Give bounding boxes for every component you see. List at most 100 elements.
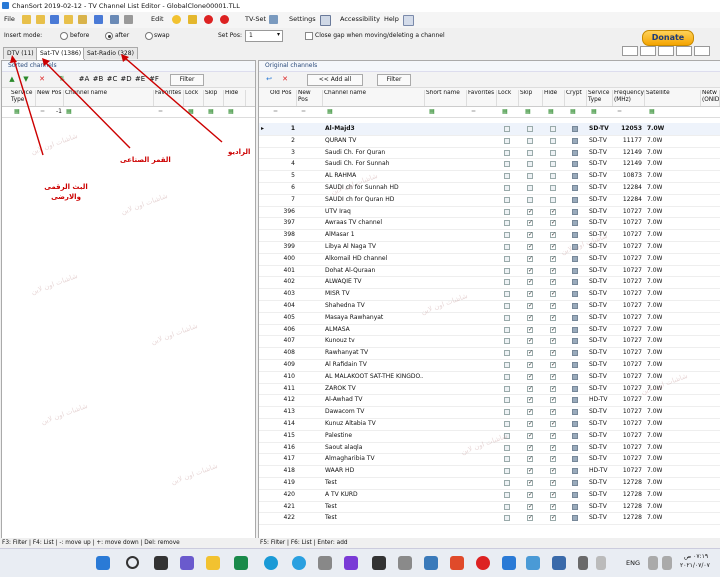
add-all-button[interactable]: << Add all bbox=[307, 74, 363, 86]
tvset-icon[interactable] bbox=[269, 15, 278, 24]
sort-icon[interactable]: ⇅ bbox=[58, 75, 66, 83]
lock-checkbox bbox=[504, 185, 510, 191]
sorted-filter-row[interactable]: ▦ = -1 ▦ = ▦ ▦ ▦ bbox=[2, 107, 255, 118]
col-short-name[interactable]: Short name bbox=[425, 90, 467, 106]
fav-e-button[interactable]: #E bbox=[134, 75, 146, 83]
fav-b-button[interactable]: #B bbox=[92, 75, 104, 83]
after-radio[interactable] bbox=[105, 32, 113, 40]
telegram-icon[interactable] bbox=[292, 556, 306, 570]
app-icon[interactable] bbox=[502, 556, 516, 570]
menu-tvset[interactable]: TV-Set bbox=[245, 15, 266, 23]
swap-radio[interactable] bbox=[145, 32, 153, 40]
language-indicator[interactable]: ENG bbox=[626, 559, 640, 567]
monitor-icon[interactable] bbox=[320, 15, 331, 26]
add-icon[interactable]: ↩ bbox=[265, 75, 273, 83]
col-frequency[interactable]: Frequency (MHz) bbox=[613, 90, 645, 106]
before-radio[interactable] bbox=[60, 32, 68, 40]
app-icon[interactable] bbox=[344, 556, 358, 570]
fav-f-button[interactable]: #F bbox=[148, 75, 160, 83]
app-icon[interactable] bbox=[596, 556, 606, 570]
import-icon[interactable] bbox=[64, 15, 73, 24]
menu-settings[interactable]: Settings bbox=[289, 15, 316, 23]
channel-name: Test bbox=[325, 502, 337, 510]
close-gap-checkbox[interactable] bbox=[305, 32, 313, 40]
col-lock[interactable]: Lock bbox=[497, 90, 519, 106]
col-favorites[interactable]: Favorites bbox=[467, 90, 497, 106]
app-icon[interactable] bbox=[372, 556, 386, 570]
export-icon[interactable] bbox=[78, 15, 87, 24]
move-down-icon[interactable]: ▼ bbox=[22, 75, 30, 83]
tab-dtv[interactable]: DTV (11) bbox=[3, 47, 38, 59]
delete-icon[interactable]: ✕ bbox=[281, 75, 289, 83]
widgets-icon[interactable] bbox=[180, 556, 194, 570]
set-pos-combo[interactable]: 1 ▾ bbox=[245, 30, 283, 42]
tab-sat-tv[interactable]: Sat-TV (1386) bbox=[36, 47, 86, 60]
app-icon[interactable] bbox=[552, 556, 566, 570]
start-icon[interactable] bbox=[96, 556, 110, 570]
donate-button[interactable]: Donate bbox=[642, 30, 694, 46]
move-up-icon[interactable]: ▲ bbox=[8, 75, 16, 83]
edge-icon[interactable] bbox=[264, 556, 278, 570]
menu-help[interactable]: Help bbox=[384, 15, 399, 23]
chevron-up-icon[interactable] bbox=[578, 556, 588, 570]
save-icon[interactable] bbox=[50, 15, 59, 24]
col-new-pos[interactable]: New Pos bbox=[297, 90, 323, 106]
old-pos: 417 bbox=[283, 455, 295, 463]
save-as-icon[interactable] bbox=[94, 15, 103, 24]
fav-a-button[interactable]: #A bbox=[78, 75, 90, 83]
col-skip[interactable]: Skip bbox=[519, 90, 543, 106]
original-filter-button[interactable]: Filter bbox=[377, 74, 411, 86]
network-icon[interactable] bbox=[648, 556, 658, 570]
col-old-pos[interactable]: Old Pos bbox=[269, 90, 297, 106]
col-favorites[interactable]: Favorites bbox=[154, 90, 184, 106]
col-channel-name[interactable]: Channel name bbox=[64, 90, 154, 106]
col-hide[interactable]: Hide bbox=[543, 90, 565, 106]
col-skip[interactable]: Skip bbox=[204, 90, 224, 106]
print-icon[interactable] bbox=[110, 15, 119, 24]
col-network[interactable]: Netw (ONID) bbox=[701, 90, 720, 106]
file-explorer-icon[interactable] bbox=[206, 556, 220, 570]
open-folder-icon[interactable] bbox=[22, 15, 31, 24]
open-recent-icon[interactable] bbox=[36, 15, 45, 24]
reference-list-icon[interactable] bbox=[124, 15, 133, 24]
frequency: 12728 bbox=[622, 479, 642, 486]
col-service-type[interactable]: Service Type bbox=[10, 90, 36, 106]
sorted-filter-button[interactable]: Filter bbox=[170, 74, 204, 86]
clock-time[interactable]: ٠٧:١٩ ص bbox=[684, 553, 708, 560]
table-row[interactable]: 422 Test SD-TV 12728 7.0W bbox=[259, 512, 720, 526]
about-icon[interactable] bbox=[403, 15, 414, 26]
task-view-icon[interactable] bbox=[154, 556, 168, 570]
volume-icon[interactable] bbox=[662, 556, 672, 570]
col-lock[interactable]: Lock bbox=[184, 90, 204, 106]
col-hide[interactable]: Hide bbox=[224, 90, 246, 106]
col-satellite[interactable]: Satellite bbox=[645, 90, 701, 106]
favorite-star-icon[interactable] bbox=[172, 15, 181, 24]
app-icon[interactable] bbox=[450, 556, 464, 570]
app-icon[interactable] bbox=[476, 556, 490, 570]
search-icon[interactable] bbox=[126, 556, 139, 569]
filter-icon: ▦ bbox=[570, 108, 576, 115]
col-service-type[interactable]: Service Type bbox=[587, 90, 613, 106]
menu-edit[interactable]: Edit bbox=[151, 15, 164, 23]
menu-file[interactable]: File bbox=[4, 15, 15, 23]
fav-d-button[interactable]: #D bbox=[120, 75, 132, 83]
lock-icon[interactable] bbox=[188, 15, 197, 24]
skip-icon[interactable] bbox=[220, 15, 229, 24]
col-channel-name[interactable]: Channel name bbox=[323, 90, 425, 106]
col-crypt[interactable]: Crypt bbox=[565, 90, 587, 106]
old-pos: 408 bbox=[283, 349, 295, 357]
clock-date[interactable]: ٢٠٢١/٠٧/٠٧ bbox=[680, 562, 710, 569]
app-icon[interactable] bbox=[526, 556, 540, 570]
app-icon[interactable] bbox=[398, 556, 412, 570]
col-new-pos[interactable]: New Pos bbox=[36, 90, 64, 106]
hide-icon[interactable] bbox=[204, 15, 213, 24]
crypt-icon bbox=[572, 480, 578, 486]
app-icon[interactable] bbox=[424, 556, 438, 570]
menu-accessibility[interactable]: Accessibility bbox=[340, 15, 380, 23]
fav-c-button[interactable]: #C bbox=[106, 75, 118, 83]
remove-icon[interactable]: ✕ bbox=[38, 75, 46, 83]
tab-sat-radio[interactable]: Sat-Radio (328) bbox=[83, 47, 138, 59]
spreadsheet-icon[interactable] bbox=[234, 556, 248, 570]
original-filter-row[interactable]: = = ▦ ▦ = ▦ ▦ ▦ ▦ ▦ = ▦ bbox=[259, 107, 720, 118]
app-icon[interactable] bbox=[318, 556, 332, 570]
